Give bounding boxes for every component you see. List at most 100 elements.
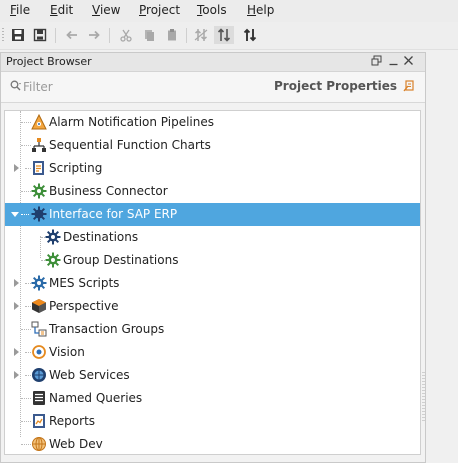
tree-item-label: Interface for SAP ERP	[49, 207, 178, 221]
close-button[interactable]	[403, 55, 414, 69]
tree-item-scripting[interactable]: Scripting	[5, 157, 420, 180]
toolbar-separator	[109, 28, 110, 43]
tree-item-label: Sequential Function Charts	[49, 138, 211, 152]
menu-edit-rest: dit	[57, 3, 74, 17]
sap-interface-icon	[31, 206, 47, 222]
tree-item-label: Alarm Notification Pipelines	[49, 115, 215, 129]
expand-arrow-icon[interactable]	[13, 302, 21, 310]
web-services-icon	[32, 368, 46, 382]
minimize-icon	[389, 63, 398, 66]
project-tree: Alarm Notification Pipelines Sequential …	[4, 110, 421, 455]
tree-item-business-connector[interactable]: Business Connector	[5, 180, 420, 203]
comms-read-write-icon	[243, 28, 257, 42]
cut-button[interactable]	[116, 26, 136, 44]
tree-item-label: Business Connector	[49, 184, 168, 198]
tree-item-web-services[interactable]: Web Services	[5, 364, 420, 387]
tree-item-group-destinations[interactable]: Group Destinations	[5, 249, 420, 272]
comms-read-write-button[interactable]	[240, 26, 260, 44]
tree-item-named-queries[interactable]: Named Queries	[5, 387, 420, 410]
expand-arrow-icon[interactable]	[13, 164, 21, 172]
menu-view-rest: iew	[99, 3, 121, 17]
restore-icon	[371, 55, 382, 66]
tree-item-label: MES Scripts	[49, 276, 120, 290]
named-queries-icon	[33, 391, 45, 405]
group-destinations-icon	[45, 252, 61, 268]
save-all-icon	[33, 28, 47, 42]
paste-icon	[168, 29, 176, 41]
collapse-arrow-icon[interactable]	[11, 211, 19, 219]
tree-item-label: Named Queries	[49, 391, 143, 405]
menu-view[interactable]: View	[92, 3, 120, 17]
sfc-icon	[32, 138, 46, 152]
tree-item-alarm-notification-pipelines[interactable]: Alarm Notification Pipelines	[5, 111, 420, 134]
panel-resize-splitter[interactable]	[422, 372, 425, 422]
expand-arrow-icon[interactable]	[13, 371, 21, 379]
tree-item-sequential-function-charts[interactable]: Sequential Function Charts	[5, 134, 420, 157]
menu-view-mnemonic: V	[92, 3, 100, 17]
transaction-groups-icon	[31, 321, 47, 337]
tree-item-transaction-groups[interactable]: Transaction Groups	[5, 318, 420, 341]
toolbar-separator	[186, 28, 187, 43]
tree-item-label: Group Destinations	[63, 253, 179, 267]
menu-project-mnemonic: P	[139, 3, 147, 17]
vision-icon	[32, 345, 46, 359]
restore-button[interactable]	[371, 55, 382, 69]
tree-item-web-dev[interactable]: Web Dev	[5, 433, 420, 456]
main-toolbar	[0, 22, 458, 50]
mes-scripts-icon	[31, 275, 47, 291]
copy-icon	[145, 30, 154, 41]
web-dev-icon	[32, 437, 46, 451]
menu-help[interactable]: Help	[247, 3, 274, 17]
project-properties-icon[interactable]	[403, 79, 415, 92]
tree-item-destinations[interactable]: Destinations	[5, 226, 420, 249]
redo-button[interactable]	[84, 26, 104, 44]
reports-icon	[33, 414, 45, 428]
tree-item-perspective[interactable]: Perspective	[5, 295, 420, 318]
project-properties-button[interactable]: Project Properties	[274, 79, 397, 93]
tree-item-label: Web Dev	[49, 437, 103, 451]
comms-off-icon	[194, 29, 208, 41]
tree-item-interface-for-sap-erp[interactable]: Interface for SAP ERP	[5, 203, 420, 226]
menu-tools[interactable]: Tools	[197, 3, 227, 17]
copy-button[interactable]	[139, 26, 159, 44]
menu-tools-rest: ools	[202, 3, 227, 17]
close-icon	[404, 56, 413, 65]
search-icon	[10, 80, 21, 91]
tree-item-label: Vision	[49, 345, 85, 359]
tree-item-label: Web Services	[49, 368, 130, 382]
expand-arrow-icon[interactable]	[13, 348, 21, 356]
toolbar-separator	[55, 28, 56, 43]
tree-item-label: Transaction Groups	[49, 322, 165, 336]
cut-icon	[120, 29, 132, 42]
menu-file[interactable]: File	[10, 3, 30, 17]
menu-project-rest: roject	[146, 3, 181, 17]
business-connector-icon	[31, 183, 47, 199]
save-button[interactable]	[8, 26, 28, 44]
menu-bar: File Edit View Project Tools Help	[0, 0, 458, 22]
menu-help-rest: elp	[256, 3, 275, 17]
toolbar-grip[interactable]	[2, 28, 4, 42]
undo-icon	[66, 30, 77, 40]
filter-input[interactable]	[23, 78, 223, 96]
tree-item-vision[interactable]: Vision	[5, 341, 420, 364]
tree-item-label: Destinations	[63, 230, 139, 244]
alarm-pipeline-icon	[31, 114, 47, 130]
save-all-button[interactable]	[30, 26, 50, 44]
panel-title: Project Browser	[6, 55, 92, 68]
tree-item-label: Reports	[49, 414, 96, 428]
expand-arrow-icon[interactable]	[13, 279, 21, 287]
tree-item-mes-scripts[interactable]: MES Scripts	[5, 272, 420, 295]
paste-button[interactable]	[162, 26, 182, 44]
undo-button[interactable]	[62, 26, 82, 44]
menu-project[interactable]: Project	[139, 3, 180, 17]
filter-row: Project Properties	[1, 72, 425, 103]
redo-icon	[89, 30, 100, 40]
minimize-button[interactable]	[388, 56, 399, 70]
panel-title-bar[interactable]: Project Browser	[1, 53, 425, 72]
save-icon	[12, 29, 24, 41]
comms-read-only-button[interactable]	[214, 26, 234, 44]
tree-item-reports[interactable]: Reports	[5, 410, 420, 433]
comms-off-button[interactable]	[191, 26, 211, 44]
menu-edit[interactable]: Edit	[50, 3, 73, 17]
destinations-icon	[45, 229, 61, 245]
